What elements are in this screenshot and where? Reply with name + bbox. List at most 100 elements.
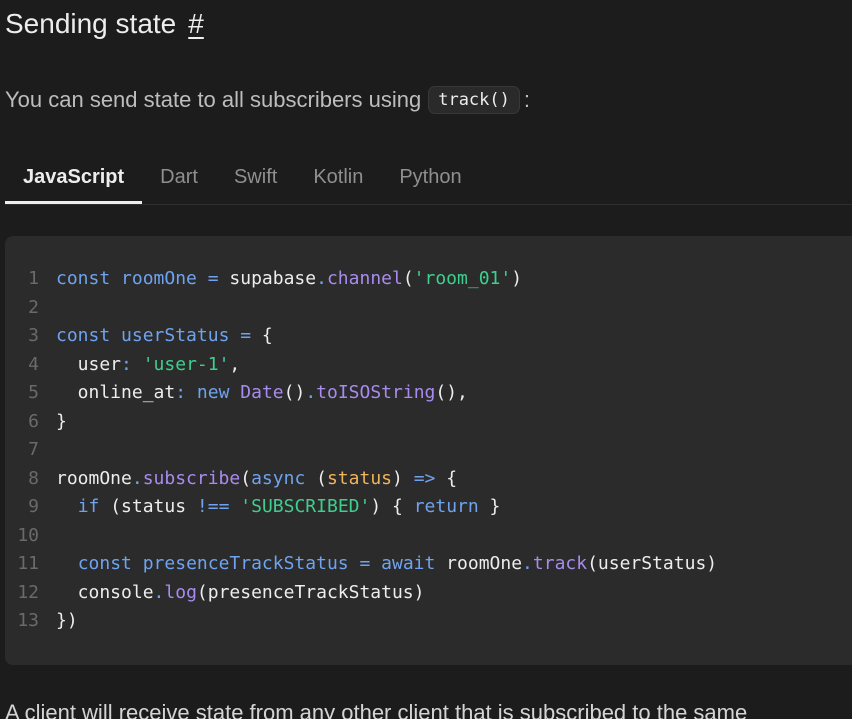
code-token: :	[121, 353, 132, 375]
code-token: presenceTrackStatus	[142, 553, 349, 574]
tab-swift[interactable]: Swift	[216, 154, 295, 204]
line-number: 7	[28, 439, 39, 460]
code-token: ,	[229, 353, 241, 375]
tab-dart[interactable]: Dart	[142, 154, 216, 204]
code-text: const roomOne = supabase.channel('room_0…	[56, 265, 522, 294]
code-token: =>	[413, 467, 436, 489]
line-number: 4	[28, 353, 39, 375]
code-text: roomOne.subscribe(async (status) => {	[56, 465, 457, 494]
outro-paragraph: A client will receive state from any oth…	[5, 700, 748, 719]
line-number: 8	[28, 467, 39, 489]
line-number: 6	[28, 410, 39, 432]
tab-python[interactable]: Python	[381, 154, 479, 204]
code-token: toISOString	[316, 382, 436, 403]
code-token: (	[240, 467, 252, 489]
code-token: const	[56, 268, 111, 289]
code-token: (status	[99, 496, 197, 517]
code-token: (	[402, 268, 414, 289]
code-token: {	[435, 467, 458, 489]
code-token: 'SUBSCRIBED'	[240, 496, 371, 517]
code-text: online_at: new Date().toISOString(),	[56, 379, 468, 408]
code-token: )	[511, 268, 523, 289]
line-number: 12	[17, 581, 39, 603]
language-tabs: JavaScript Dart Swift Kotlin Python	[5, 154, 852, 205]
code-token: userStatus	[121, 325, 230, 346]
code-text: if (status !== 'SUBSCRIBED') { return }	[56, 493, 501, 522]
code-token: 'user-1'	[142, 353, 230, 375]
line-number: 9	[28, 496, 39, 517]
code-block[interactable]: 1 const roomOne = supabase.channel('room_…	[5, 236, 852, 665]
code-token: .	[316, 268, 327, 289]
code-token: roomOne	[56, 467, 132, 489]
code-token: channel	[326, 268, 403, 289]
code-line: 11 const presenceTrackStatus = await roo…	[5, 550, 852, 579]
line-number: 13	[17, 610, 39, 631]
code-token: (	[305, 467, 327, 489]
code-token: status	[326, 467, 392, 489]
code-token: const	[56, 325, 111, 346]
code-token: roomOne	[435, 553, 523, 574]
code-token: (presenceTrackStatus)	[196, 581, 425, 603]
code-token: ()	[283, 382, 306, 403]
code-text: })	[56, 607, 78, 636]
code-token: !==	[196, 496, 230, 517]
code-line: 12 console.log(presenceTrackStatus)	[5, 579, 852, 608]
code-token: async	[251, 467, 306, 489]
code-token: }	[56, 410, 67, 432]
tab-kotlin[interactable]: Kotlin	[295, 154, 381, 204]
code-token: const	[77, 553, 132, 574]
code-token: user	[56, 353, 122, 375]
code-line: 8 roomOne.subscribe(async (status) => {	[5, 465, 852, 494]
code-line: 6}	[5, 408, 852, 437]
code-token: 'room_01'	[413, 268, 512, 289]
code-token: .	[522, 553, 533, 574]
code-token: .	[305, 382, 317, 403]
section-heading: Sending state #	[5, 8, 204, 40]
code-token: (),	[435, 382, 468, 403]
docs-page: Sending state # You can send state to al…	[0, 0, 852, 719]
code-text: console.log(presenceTrackStatus)	[56, 579, 425, 608]
code-line: 1 const roomOne = supabase.channel('room_…	[5, 265, 852, 294]
code-token: online_at	[56, 382, 176, 403]
line-number: 10	[17, 524, 39, 546]
code-token: track	[532, 553, 588, 574]
code-line: 4 user: 'user-1',	[5, 351, 852, 380]
code-token: =	[359, 553, 371, 574]
code-token: new	[196, 382, 230, 403]
code-token: roomOne	[121, 268, 197, 289]
code-token: log	[164, 581, 197, 603]
code-line: 7	[5, 436, 852, 465]
line-number: 11	[17, 553, 39, 574]
line-number: 2	[28, 296, 39, 318]
intro-suffix: :	[523, 87, 530, 112]
code-line: 2	[5, 294, 852, 323]
code-token: .	[131, 467, 143, 489]
code-line: 5 online_at: new Date().toISOString(),	[5, 379, 852, 408]
code-line: 10	[5, 522, 852, 551]
line-number: 3	[28, 325, 39, 346]
line-number: 1	[28, 268, 39, 289]
code-token: :	[175, 382, 187, 403]
code-line: 13})	[5, 607, 852, 636]
tab-javascript[interactable]: JavaScript	[5, 154, 143, 204]
heading-anchor-link[interactable]: #	[188, 8, 204, 40]
code-line: 3 const userStatus = {	[5, 322, 852, 351]
code-text: }	[56, 408, 67, 437]
code-token: Date	[240, 382, 284, 403]
code-token: =	[207, 268, 219, 289]
code-text: const presenceTrackStatus = await roomOn…	[56, 550, 717, 579]
code-token: )	[392, 467, 414, 489]
code-token: return	[413, 496, 479, 517]
code-line: 9 if (status !== 'SUBSCRIBED') { return …	[5, 493, 852, 522]
code-token: console	[56, 581, 154, 603]
